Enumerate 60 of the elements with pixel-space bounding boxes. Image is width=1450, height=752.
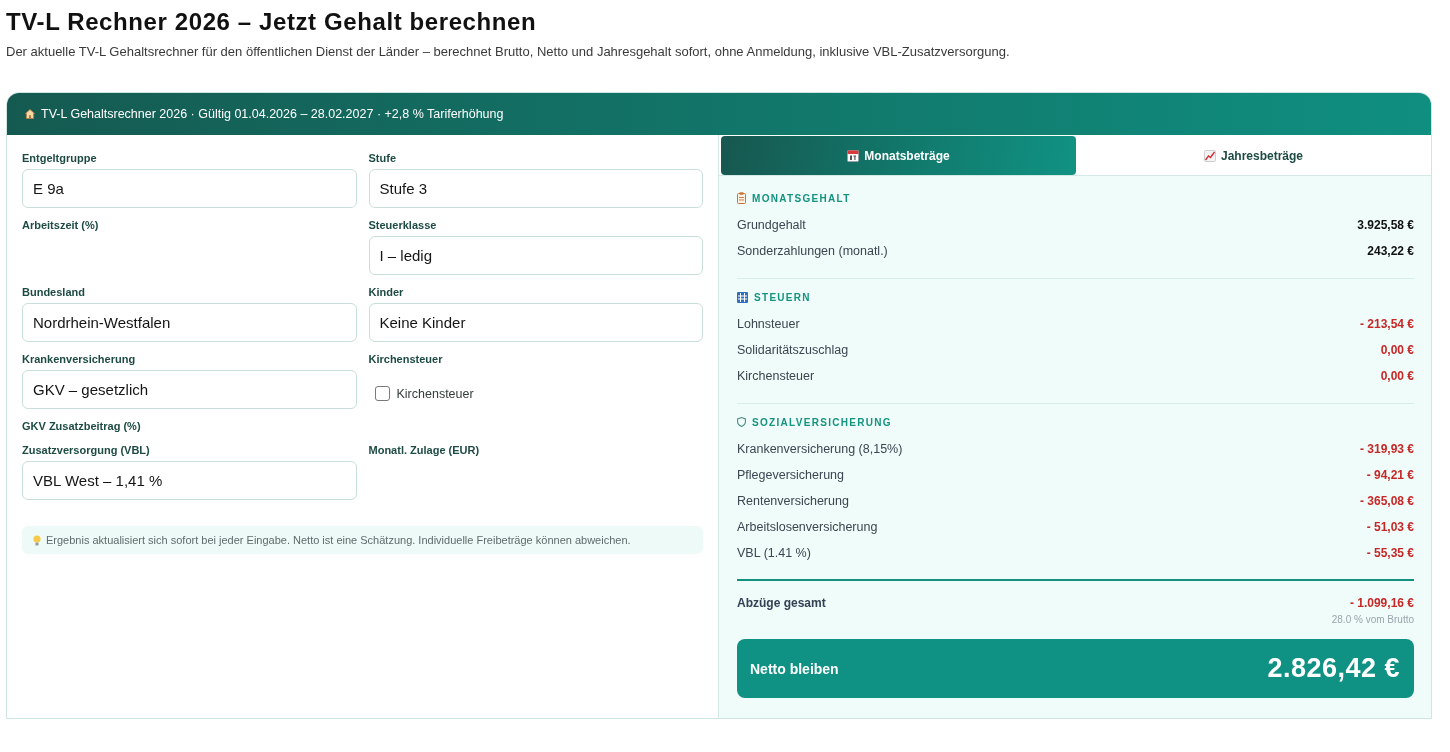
row-amount: 0,00 € [1380,369,1414,383]
row-label: Kirchensteuer [737,369,815,383]
net-amount: 2.826,42 € [1267,653,1400,684]
section-title: MONATSGEHALT [752,192,851,204]
row-label: VBL (1.41 %) [737,546,811,560]
house-icon [25,109,35,119]
lightbulb-icon [33,534,41,546]
field-label: Monatl. Zulage (EUR) [368,444,480,457]
tab[interactable]: Monatsbeträge [721,136,1076,175]
row-amount: - 213,54 € [1359,317,1414,331]
row-label: Rentenversicherung [737,494,849,508]
section-title: STEUERN [754,291,811,303]
field-label: Krankenversicherung [22,353,136,366]
select-field[interactable]: Nordrhein-Westfalen [22,303,357,342]
field-label: Bundesland [22,286,85,299]
row-label: Arbeitslosenversicherung [737,520,878,534]
checkbox-label[interactable]: Kirchensteuer [396,386,474,401]
abacus-icon [737,291,748,303]
field-label: GKV Zusatzbeitrag (%) [22,420,141,433]
row-amount: 3.925,58 € [1357,218,1414,232]
chart-icon [1203,149,1216,162]
page-title: TV-L Rechner 2026 – Jetzt Gehalt berechnen [6,8,537,36]
select-field[interactable]: Keine Kinder [368,303,703,342]
calendar-icon [847,149,860,162]
percent-note: 28.0 % vom Brutto [1331,614,1414,626]
net-label: Netto bleiben [750,660,839,677]
field-label: Kirchensteuer [368,353,443,366]
select-field[interactable]: GKV – gesetzlich [22,370,357,409]
total-label: Abzüge gesamt [737,596,826,610]
row-amount: - 365,08 € [1359,494,1414,508]
page-subtitle: Der aktuelle TV-L Gehaltsrechner für den öffentlichen Dienst der Länder – berechnet Brutto, Netto und Jahresgehalt sofort, ohne Anmeldung, inklusive VBL-Zusatzversorgung. [6,44,1010,60]
field-label: Stufe [368,152,396,165]
select-field[interactable]: Stufe 3 [368,169,703,208]
row-label: Sonderzahlungen (monatl.) [737,244,888,258]
field-label: Kinder [368,286,404,299]
select-field[interactable]: E 9a [22,169,357,208]
section-title: SOZIALVERSICHERUNG [752,416,892,428]
field-label: Zusatzversorgung (VBL) [22,444,150,457]
select-field[interactable]: I – ledig [368,236,703,275]
field-label: Arbeitszeit (%) [22,219,99,232]
row-amount: - 55,35 € [1366,546,1414,560]
row-label: Krankenversicherung (8,15%) [737,442,903,456]
field-label: Entgeltgruppe [22,152,97,165]
row-label: Pflegeversicherung [737,468,844,482]
row-label: Grundgehalt [737,218,806,232]
row-amount: - 319,93 € [1359,442,1414,456]
select-field[interactable]: VBL West – 1,41 % [22,461,357,500]
row-label: Lohnsteuer [737,317,800,331]
hint-text: Ergebnis aktualisiert sich sofort bei jeder Eingabe. Netto ist eine Schätzung. Individuelle Freibeträge können abweichen. [46,534,631,546]
row-label: Solidaritätszuschlag [737,343,849,357]
row-amount: - 51,03 € [1366,520,1414,534]
field-label: Steuerklasse [368,219,437,232]
shield-icon [737,417,746,427]
row-amount: - 94,21 € [1366,468,1414,482]
row-amount: 0,00 € [1380,343,1414,357]
clipboard-icon [737,192,746,204]
row-amount: 243,22 € [1367,244,1414,258]
header-text: TV-L Gehaltsrechner 2026 · Gültig 01.04.2026 – 28.02.2027 · +2,8 % Tariferhöhung [41,107,504,121]
total-amount: - 1.099,16 € [1349,596,1414,610]
checkbox[interactable] [374,386,390,401]
